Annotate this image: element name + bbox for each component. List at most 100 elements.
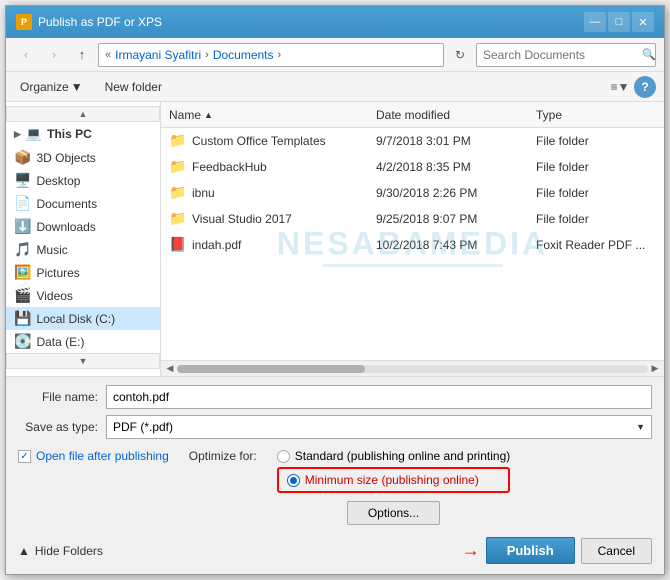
- view-arrow-icon: ▼: [618, 80, 630, 94]
- sidebar-item-music[interactable]: 🎵 Music: [6, 238, 160, 261]
- file-area: Name ▲ Date modified Type NESABAMEDIA 📁 …: [161, 102, 664, 376]
- new-folder-button[interactable]: New folder: [97, 78, 170, 96]
- navigation-toolbar: ‹ › ↑ « Irmayani Syafitri › Documents › …: [6, 38, 664, 72]
- optimize-label: Optimize for:: [189, 449, 257, 463]
- open-file-checkbox[interactable]: ✓: [18, 450, 31, 463]
- file-date: 9/30/2018 2:26 PM: [376, 186, 536, 200]
- publish-button[interactable]: Publish: [486, 537, 575, 564]
- sidebar-item-label: 3D Objects: [36, 151, 95, 165]
- file-list: NESABAMEDIA 📁 Custom Office Templates 9/…: [161, 128, 664, 360]
- view-toggle: ≡ ▼ ?: [608, 76, 656, 98]
- view-toggle-button[interactable]: ≡ ▼: [608, 76, 632, 98]
- options-button[interactable]: Options...: [347, 501, 440, 525]
- table-row[interactable]: 📁 ibnu 9/30/2018 2:26 PM File folder: [161, 180, 664, 206]
- savetype-select[interactable]: PDF (*.pdf) ▼: [106, 415, 652, 439]
- sidebar-item-label: Downloads: [36, 220, 95, 234]
- scrollbar-track[interactable]: [177, 365, 648, 373]
- forward-button[interactable]: ›: [42, 43, 66, 67]
- refresh-button[interactable]: ↻: [448, 43, 472, 67]
- sidebar-item-label: Videos: [36, 289, 72, 303]
- close-button[interactable]: ✕: [632, 12, 654, 32]
- scroll-up-arrow[interactable]: ▲: [6, 106, 160, 122]
- column-type[interactable]: Type: [536, 108, 656, 122]
- scrollbar-thumb[interactable]: [177, 365, 365, 373]
- sidebar-item-localdisk[interactable]: 💾 Local Disk (C:): [6, 307, 160, 330]
- watermark-underline: [323, 264, 503, 267]
- breadcrumb-arrows: «: [105, 49, 111, 61]
- dialog-icon: P: [16, 14, 32, 30]
- up-button[interactable]: ↑: [70, 43, 94, 67]
- maximize-button[interactable]: □: [608, 12, 630, 32]
- file-type: File folder: [536, 212, 656, 226]
- sidebar-item-pictures[interactable]: 🖼️ Pictures: [6, 261, 160, 284]
- horizontal-scrollbar[interactable]: ◀ ▶: [161, 360, 664, 376]
- scroll-down-arrow[interactable]: ▼: [6, 353, 160, 369]
- title-bar-left: P Publish as PDF or XPS: [16, 14, 162, 30]
- search-box[interactable]: 🔍: [476, 43, 656, 67]
- file-name: indah.pdf: [192, 238, 376, 252]
- standard-option[interactable]: Standard (publishing online and printing…: [277, 449, 510, 463]
- sidebar-item-label: Music: [36, 243, 67, 257]
- select-arrow-icon: ▼: [636, 422, 645, 432]
- minimum-radio[interactable]: [287, 474, 300, 487]
- open-file-option[interactable]: ✓ Open file after publishing: [18, 449, 169, 463]
- cancel-button[interactable]: Cancel: [581, 538, 652, 564]
- file-type: Foxit Reader PDF ...: [536, 238, 656, 252]
- search-input[interactable]: [483, 48, 638, 62]
- help-button[interactable]: ?: [634, 76, 656, 98]
- view-icon: ≡: [611, 80, 618, 94]
- column-name[interactable]: Name ▲: [169, 108, 376, 122]
- sort-arrow-icon: ▲: [204, 110, 213, 120]
- documents-icon: 📄: [14, 195, 31, 212]
- table-row[interactable]: 📁 Visual Studio 2017 9/25/2018 9:07 PM F…: [161, 206, 664, 232]
- expand-arrow-icon: ▶: [14, 129, 21, 140]
- scroll-right-button[interactable]: ▶: [648, 362, 662, 376]
- standard-radio[interactable]: [277, 450, 290, 463]
- pc-icon: 💻: [26, 126, 42, 142]
- breadcrumb-folder[interactable]: Documents: [213, 48, 274, 62]
- table-row[interactable]: 📁 FeedbackHub 4/2/2018 8:35 PM File fold…: [161, 154, 664, 180]
- sidebar-item-3dobjects[interactable]: 📦 3D Objects: [6, 146, 160, 169]
- action-buttons: → Publish Cancel: [462, 537, 652, 564]
- hide-folders-button[interactable]: ▲ Hide Folders: [18, 544, 103, 558]
- table-row[interactable]: 📕 indah.pdf 10/2/2018 7:43 PM Foxit Read…: [161, 232, 664, 258]
- organize-label: Organize: [20, 80, 69, 94]
- sidebar: ▲ ▶ 💻 This PC 📦 3D Objects 🖥️ Desktop 📄 …: [6, 102, 161, 376]
- file-date: 9/25/2018 9:07 PM: [376, 212, 536, 226]
- sidebar-item-desktop[interactable]: 🖥️ Desktop: [6, 169, 160, 192]
- breadcrumb[interactable]: « Irmayani Syafitri › Documents ›: [98, 43, 444, 67]
- file-type: File folder: [536, 186, 656, 200]
- radio-dot: [290, 477, 297, 484]
- 3dobjects-icon: 📦: [14, 149, 31, 166]
- savetype-value: PDF (*.pdf): [113, 420, 173, 434]
- breadcrumb-user[interactable]: Irmayani Syafitri: [115, 48, 201, 62]
- minimum-label: Minimum size (publishing online): [305, 473, 479, 487]
- file-date: 4/2/2018 8:35 PM: [376, 160, 536, 174]
- sidebar-item-downloads[interactable]: ⬇️ Downloads: [6, 215, 160, 238]
- sidebar-item-label: Desktop: [36, 174, 80, 188]
- hide-folders-icon: ▲: [18, 544, 30, 558]
- hide-folders-label: Hide Folders: [35, 544, 103, 558]
- scroll-left-button[interactable]: ◀: [163, 362, 177, 376]
- organize-arrow-icon: ▼: [71, 80, 83, 94]
- sidebar-item-documents[interactable]: 📄 Documents: [6, 192, 160, 215]
- sidebar-item-datae[interactable]: 💽 Data (E:): [6, 330, 160, 353]
- sidebar-item-videos[interactable]: 🎬 Videos: [6, 284, 160, 307]
- minimum-option[interactable]: Minimum size (publishing online): [287, 473, 500, 487]
- back-button[interactable]: ‹: [14, 43, 38, 67]
- dialog-title: Publish as PDF or XPS: [38, 15, 162, 29]
- this-pc-label: This PC: [47, 127, 92, 141]
- column-date[interactable]: Date modified: [376, 108, 536, 122]
- filename-row: File name:: [18, 385, 652, 409]
- organize-button[interactable]: Organize ▼: [14, 78, 89, 96]
- minimize-button[interactable]: —: [584, 12, 606, 32]
- breadcrumb-sep2: ›: [278, 49, 282, 61]
- table-row[interactable]: 📁 Custom Office Templates 9/7/2018 3:01 …: [161, 128, 664, 154]
- savetype-row: Save as type: PDF (*.pdf) ▼: [18, 415, 652, 439]
- title-controls: — □ ✕: [584, 12, 654, 32]
- standard-label: Standard (publishing online and printing…: [295, 449, 510, 463]
- datae-icon: 💽: [14, 333, 31, 350]
- action-row: ▲ Hide Folders → Publish Cancel: [18, 531, 652, 566]
- this-pc-header: ▶ 💻 This PC: [6, 122, 160, 146]
- filename-input[interactable]: [106, 385, 652, 409]
